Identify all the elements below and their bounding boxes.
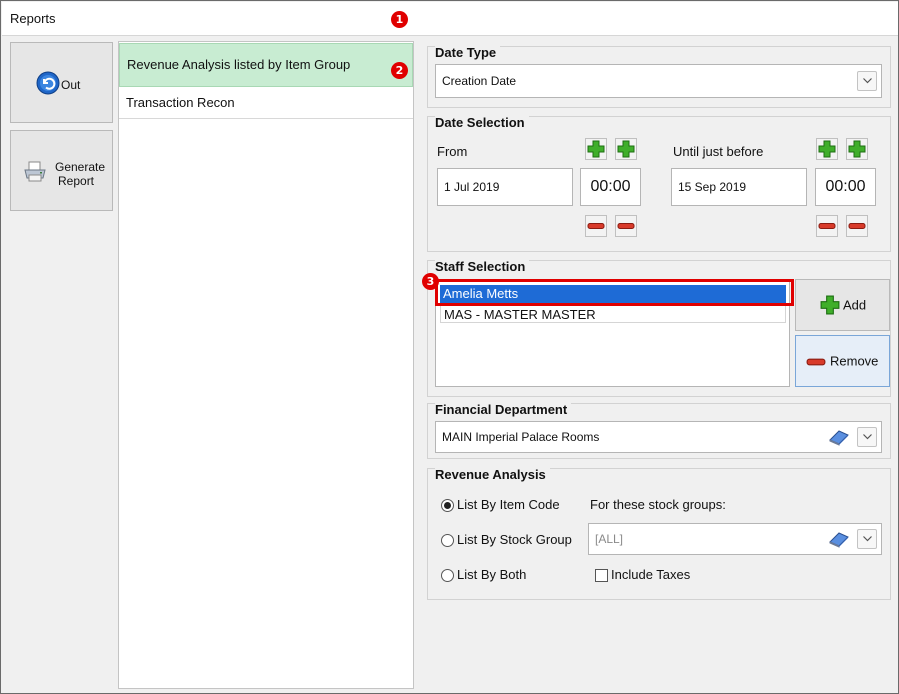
list-by-stock-group-label: List By Stock Group bbox=[457, 532, 572, 547]
from-time-value: 00:00 bbox=[590, 178, 631, 195]
include-taxes-label: Include Taxes bbox=[611, 567, 691, 582]
stock-groups-label: For these stock groups: bbox=[590, 497, 726, 512]
from-time-field[interactable]: 00:00 bbox=[580, 168, 641, 206]
green-plus-icon bbox=[818, 140, 836, 158]
add-label: Add bbox=[843, 297, 867, 313]
report-item-label: Transaction Recon bbox=[126, 95, 235, 110]
out-label: Out bbox=[61, 78, 81, 92]
remove-staff-button[interactable]: Remove bbox=[795, 335, 890, 387]
annotation-highlight-box bbox=[435, 279, 794, 306]
report-item-label: Revenue Analysis listed by Item Group bbox=[127, 57, 351, 72]
chevron-down-icon[interactable] bbox=[857, 427, 877, 447]
date-type-value: Creation Date bbox=[442, 74, 517, 88]
date-type-title: Date Type bbox=[435, 45, 501, 60]
from-minus-time-button[interactable] bbox=[615, 215, 637, 237]
until-add-day-button[interactable] bbox=[816, 138, 838, 160]
staff-selection-title: Staff Selection bbox=[435, 259, 530, 274]
report-item-revenue-analysis[interactable]: Revenue Analysis listed by Item Group bbox=[119, 43, 413, 87]
until-date-value: 15 Sep 2019 bbox=[678, 180, 747, 194]
green-plus-icon bbox=[587, 140, 605, 158]
list-by-both-label: List By Both bbox=[457, 567, 527, 582]
radio-list-by-item-code[interactable] bbox=[441, 499, 454, 512]
add-staff-button[interactable]: Add bbox=[795, 279, 890, 331]
generate-report-button[interactable]: Generate Report bbox=[10, 130, 113, 211]
financial-department-title: Financial Department bbox=[435, 402, 572, 417]
generate-label-1: Generate bbox=[55, 160, 106, 174]
revenue-analysis-title: Revenue Analysis bbox=[435, 467, 550, 482]
radio-list-by-stock-group[interactable] bbox=[441, 534, 454, 547]
until-minus-day-button[interactable] bbox=[816, 215, 838, 237]
from-minus-day-button[interactable] bbox=[585, 215, 607, 237]
eraser-icon[interactable] bbox=[827, 428, 851, 446]
date-type-select[interactable]: Creation Date bbox=[435, 64, 882, 98]
eraser-icon[interactable] bbox=[827, 530, 851, 548]
out-button[interactable]: Out bbox=[10, 42, 113, 123]
from-add-time-button[interactable] bbox=[615, 138, 637, 160]
until-label: Until just before bbox=[673, 144, 764, 159]
title-bar: Reports bbox=[2, 2, 898, 36]
report-list: Revenue Analysis listed by Item Group Tr… bbox=[118, 41, 414, 689]
report-item-transaction-recon[interactable]: Transaction Recon bbox=[119, 89, 413, 119]
red-minus-icon bbox=[806, 358, 826, 366]
financial-department-select[interactable]: MAIN Imperial Palace Rooms bbox=[435, 421, 882, 453]
window-title: Reports bbox=[10, 11, 56, 26]
date-selection-title: Date Selection bbox=[435, 115, 529, 130]
until-time-value: 00:00 bbox=[825, 178, 866, 195]
green-plus-icon bbox=[820, 295, 840, 315]
until-add-time-button[interactable] bbox=[846, 138, 868, 160]
annotation-marker-3: 3 bbox=[422, 273, 439, 290]
annotation-marker-2: 2 bbox=[391, 62, 408, 79]
back-arrow-circle-icon bbox=[36, 71, 60, 95]
stock-groups-value: [ALL] bbox=[595, 532, 624, 546]
printer-icon bbox=[24, 161, 46, 182]
until-time-field[interactable]: 00:00 bbox=[815, 168, 876, 206]
red-minus-icon bbox=[848, 223, 866, 229]
until-date-field[interactable]: 15 Sep 2019 bbox=[671, 168, 807, 206]
from-add-day-button[interactable] bbox=[585, 138, 607, 160]
include-taxes-checkbox[interactable] bbox=[595, 569, 608, 582]
radio-list-by-both[interactable] bbox=[441, 569, 454, 582]
chevron-down-icon[interactable] bbox=[857, 529, 877, 549]
until-minus-time-button[interactable] bbox=[846, 215, 868, 237]
green-plus-icon bbox=[848, 140, 866, 158]
list-by-item-code-label: List By Item Code bbox=[457, 497, 560, 512]
green-plus-icon bbox=[617, 140, 635, 158]
from-date-value: 1 Jul 2019 bbox=[444, 180, 500, 194]
left-toolbar: Out Generate Report bbox=[2, 37, 118, 693]
stock-groups-select[interactable]: [ALL] bbox=[588, 523, 882, 555]
red-minus-icon bbox=[818, 223, 836, 229]
from-label: From bbox=[437, 144, 468, 159]
remove-label: Remove bbox=[830, 353, 879, 369]
staff-item-master[interactable]: MAS - MASTER MASTER bbox=[440, 305, 786, 323]
financial-department-value: MAIN Imperial Palace Rooms bbox=[442, 430, 600, 444]
red-minus-icon bbox=[617, 223, 635, 229]
annotation-marker-1: 1 bbox=[391, 11, 408, 28]
from-date-field[interactable]: 1 Jul 2019 bbox=[437, 168, 573, 206]
reports-window: Reports 1 Out Generate Report Revenue An… bbox=[0, 0, 899, 694]
generate-label-2: Report bbox=[58, 174, 95, 188]
chevron-down-icon[interactable] bbox=[857, 71, 877, 91]
red-minus-icon bbox=[587, 223, 605, 229]
